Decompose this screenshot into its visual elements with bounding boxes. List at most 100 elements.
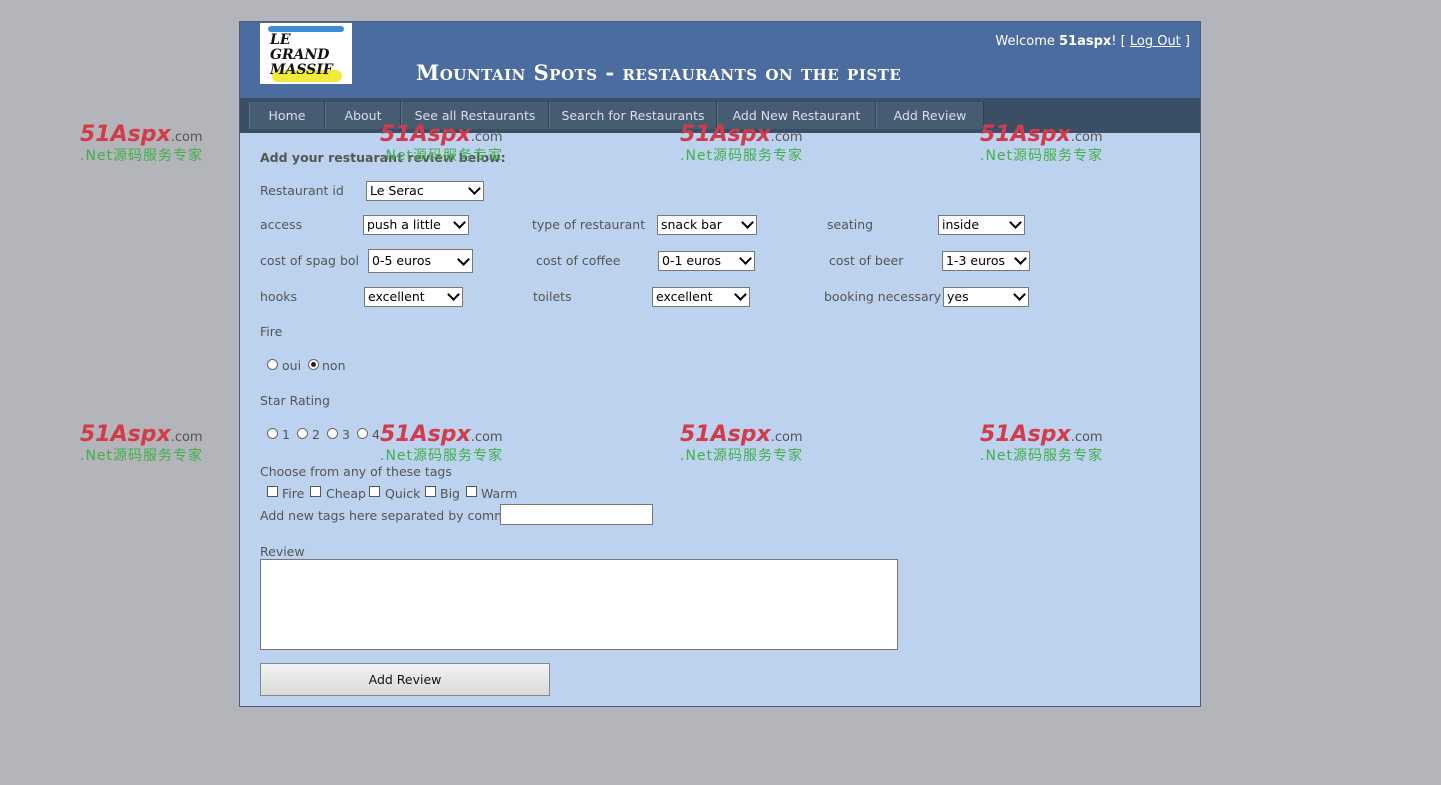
type-value: snack bar	[661, 217, 722, 232]
logout-link[interactable]: Log Out	[1130, 34, 1181, 49]
watermark-brand-text: 51Aspx	[380, 422, 471, 447]
star-1-radio[interactable]	[267, 428, 278, 439]
fire-label: Fire	[260, 324, 283, 339]
watermark: 51Aspx.com .Net源码服务专家	[980, 122, 1120, 165]
watermark-suffix: .com	[470, 130, 503, 145]
watermark-tagline: .Net源码服务专家	[680, 148, 804, 164]
fire-non-radio[interactable]	[308, 359, 319, 370]
watermark-suffix: .com	[770, 430, 803, 445]
access-select[interactable]: push a little	[363, 215, 469, 235]
watermark-brand: 51Aspx.com	[380, 122, 520, 147]
watermark-brand: 51Aspx.com	[980, 422, 1120, 447]
star-4-label: 4	[372, 427, 380, 442]
access-value: push a little	[367, 217, 441, 232]
tag-warm-label: Warm	[481, 486, 518, 501]
watermark-suffix: .com	[170, 430, 203, 445]
star-1-label: 1	[282, 427, 290, 442]
restaurant-id-label: Restaurant id	[260, 183, 344, 198]
chevron-down-icon	[457, 253, 470, 266]
hooks-label: hooks	[260, 289, 297, 304]
booking-select[interactable]: yes	[943, 287, 1029, 307]
nav-home[interactable]: Home	[249, 102, 325, 129]
login-sep: ! [	[1111, 34, 1130, 49]
toilets-select[interactable]: excellent	[652, 287, 750, 307]
watermark: 51Aspx.com .Net源码服务专家	[980, 422, 1120, 465]
watermark-suffix: .com	[170, 130, 203, 145]
watermark-tagline: .Net源码服务专家	[980, 448, 1104, 464]
seating-value: inside	[942, 217, 980, 232]
tag-fire-checkbox[interactable]	[267, 486, 278, 497]
tag-cheap-label: Cheap	[326, 486, 366, 501]
type-select[interactable]: snack bar	[657, 215, 757, 235]
restaurant-id-select[interactable]: Le Serac	[366, 181, 484, 201]
watermark: 51Aspx.com .Net源码服务专家	[380, 422, 520, 465]
restaurant-id-value: Le Serac	[370, 183, 424, 198]
watermark-brand-text: 51Aspx	[980, 422, 1071, 447]
watermark-brand-text: 51Aspx	[380, 122, 471, 147]
toilets-label: toilets	[533, 289, 572, 304]
watermark-brand-text: 51Aspx	[680, 122, 771, 147]
toilets-value: excellent	[656, 289, 713, 304]
beer-value: 1-3 euros	[946, 253, 1006, 268]
star-4-radio[interactable]	[357, 428, 368, 439]
add-review-button[interactable]: Add Review	[260, 663, 550, 696]
chevron-down-icon	[739, 252, 752, 265]
star-rating-label: Star Rating	[260, 393, 330, 408]
watermark-brand-text: 51Aspx	[80, 122, 171, 147]
main-menu: Home About See all Restaurants Search fo…	[249, 102, 984, 129]
hooks-value: excellent	[368, 289, 425, 304]
review-label: Review	[260, 544, 305, 559]
login-close: ]	[1180, 34, 1190, 49]
username: 51aspx	[1059, 34, 1112, 49]
watermark-brand: 51Aspx.com	[680, 422, 820, 447]
seating-label: seating	[827, 217, 874, 232]
watermark-suffix: .com	[1070, 430, 1103, 445]
type-label: type of restaurant	[532, 217, 646, 232]
watermark-tagline: .Net源码服务专家	[80, 448, 204, 464]
tag-fire-label: Fire	[282, 486, 305, 501]
watermark-tagline: .Net源码服务专家	[680, 448, 804, 464]
watermark-brand: 51Aspx.com	[380, 422, 520, 447]
beer-select[interactable]: 1-3 euros	[942, 251, 1030, 271]
chevron-down-icon	[741, 216, 754, 229]
tags-label: Choose from any of these tags	[260, 464, 452, 479]
nav-add-review[interactable]: Add Review	[876, 102, 984, 129]
new-tags-input[interactable]	[500, 504, 653, 525]
star-3-label: 3	[342, 427, 350, 442]
spag-select[interactable]: 0-5 euros	[368, 249, 473, 273]
chevron-down-icon	[1013, 288, 1026, 301]
watermark-brand: 51Aspx.com	[680, 122, 820, 147]
booking-value: yes	[947, 289, 969, 304]
star-3-radio[interactable]	[327, 428, 338, 439]
watermark-brand: 51Aspx.com	[80, 122, 220, 147]
seating-select[interactable]: inside	[938, 215, 1025, 235]
tag-big-checkbox[interactable]	[425, 486, 436, 497]
chevron-down-icon	[447, 288, 460, 301]
beer-label: cost of beer	[829, 253, 904, 268]
hooks-select[interactable]: excellent	[364, 287, 463, 307]
watermark-tagline: .Net源码服务专家	[380, 148, 504, 164]
chevron-down-icon	[1014, 252, 1027, 265]
watermark-suffix: .com	[770, 130, 803, 145]
tag-cheap-checkbox[interactable]	[310, 486, 321, 497]
fire-oui-radio[interactable]	[267, 359, 278, 370]
tag-big-label: Big	[440, 486, 460, 501]
tag-warm-checkbox[interactable]	[466, 486, 477, 497]
watermark-tagline: .Net源码服务专家	[980, 148, 1104, 164]
login-status: Welcome 51aspx! [ Log Out ]	[995, 34, 1190, 49]
tag-quick-checkbox[interactable]	[369, 486, 380, 497]
spag-value: 0-5 euros	[372, 253, 432, 268]
chevron-down-icon	[1009, 216, 1022, 229]
watermark-brand-text: 51Aspx	[680, 422, 771, 447]
site-title: Mountain Spots - restaurants on the pist…	[416, 60, 902, 85]
star-2-radio[interactable]	[297, 428, 308, 439]
review-textarea[interactable]	[260, 559, 898, 650]
watermark: 51Aspx.com .Net源码服务专家	[80, 122, 220, 165]
coffee-select[interactable]: 0-1 euros	[658, 251, 755, 271]
site-logo[interactable]: LE GRAND MASSIF	[260, 23, 352, 84]
watermark-suffix: .com	[1070, 130, 1103, 145]
watermark-brand: 51Aspx.com	[80, 422, 220, 447]
fire-oui-label: oui	[282, 358, 302, 373]
watermark-brand-text: 51Aspx	[80, 422, 171, 447]
watermark-brand-text: 51Aspx	[980, 122, 1071, 147]
